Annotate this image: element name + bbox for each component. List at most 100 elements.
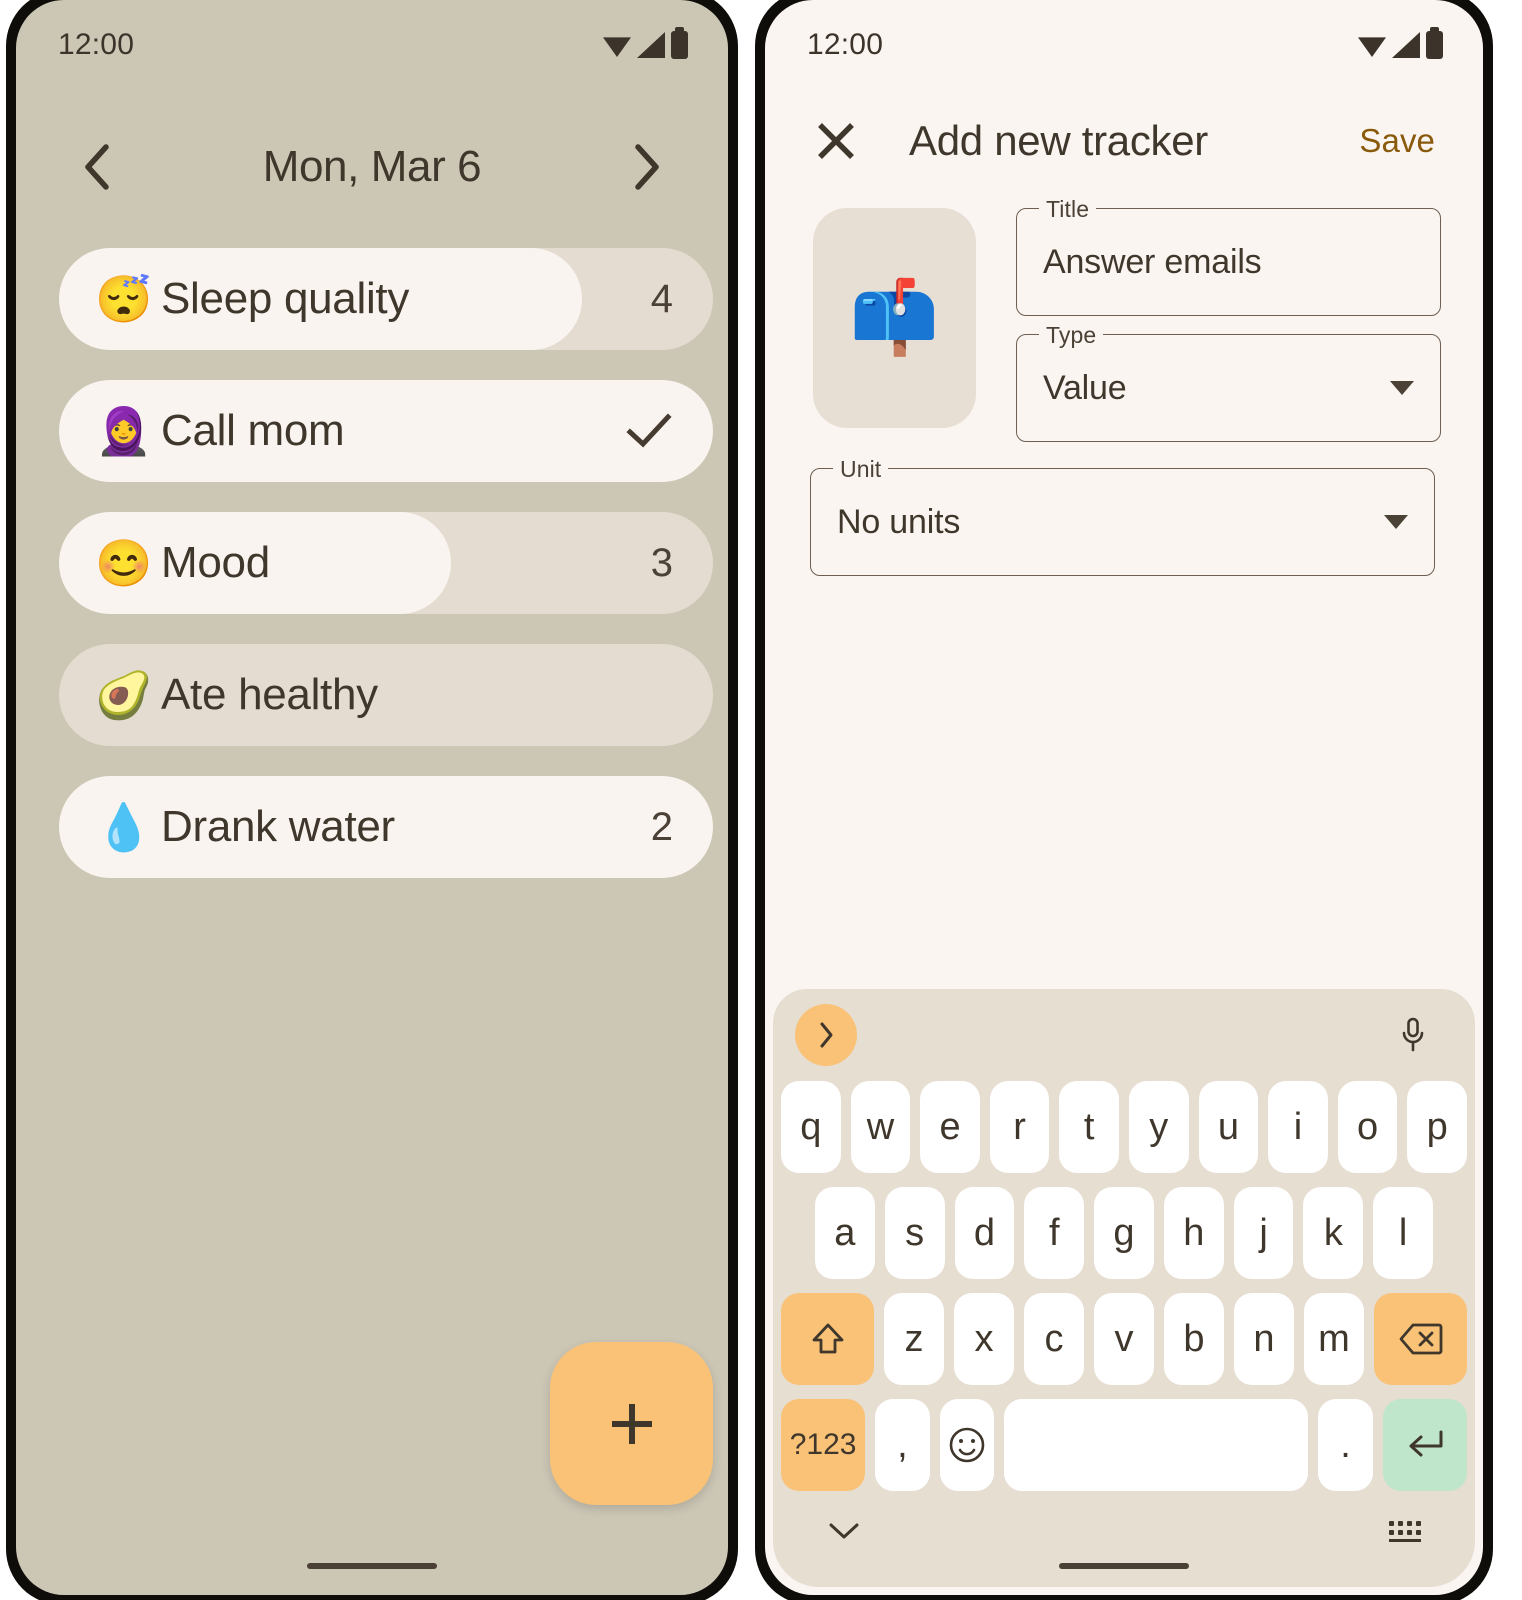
app-bar: Add new tracker Save — [765, 100, 1483, 182]
tracker-form: 📫 Title Answer emails Type Value — [813, 196, 1441, 442]
tracker-row-content: 💧 Drank water 2 — [59, 776, 713, 878]
tracker-label: Ate healthy — [161, 670, 378, 719]
form-fields: Title Answer emails Type Value — [1016, 196, 1441, 442]
tracker-row[interactable]: 😴 Sleep quality 4 — [59, 248, 713, 350]
wifi-icon — [1358, 37, 1386, 57]
key-h[interactable]: h — [1163, 1187, 1224, 1279]
keyboard-switcher-button[interactable] — [1389, 1520, 1421, 1542]
tracker-row[interactable]: 🥑 Ate healthy — [59, 644, 713, 746]
tracker-value: 4 — [650, 276, 673, 321]
key-p[interactable]: p — [1407, 1081, 1467, 1173]
key-g[interactable]: g — [1094, 1187, 1154, 1279]
emoji-picker-button[interactable]: 📫 — [813, 208, 976, 428]
smiling-face-emoji: 😊 — [95, 537, 153, 589]
right-phone-frame: 12:00 Add new tracker Save 📫 Title Answe… — [755, 0, 1493, 1600]
key-w[interactable]: w — [850, 1081, 911, 1173]
backspace-key[interactable] — [1374, 1293, 1467, 1385]
key-m[interactable]: m — [1304, 1293, 1364, 1385]
expand-toolbar-button[interactable] — [795, 1004, 857, 1066]
key-u[interactable]: u — [1198, 1081, 1259, 1173]
check-icon — [625, 411, 673, 451]
dual-phone-mockup: 12:00 Mon, Mar 6 😴 Sleep quality 4 🧕 Cal… — [0, 0, 1522, 1600]
save-button[interactable]: Save — [1359, 122, 1435, 160]
keyboard-row-1: q w e r t y u i o p — [781, 1081, 1467, 1173]
key-f[interactable]: f — [1024, 1187, 1085, 1279]
shift-key[interactable] — [781, 1293, 874, 1385]
key-s[interactable]: s — [884, 1187, 945, 1279]
key-t[interactable]: t — [1059, 1081, 1119, 1173]
tracker-row-content: 😊 Mood 3 — [59, 512, 713, 614]
shift-icon — [812, 1323, 843, 1354]
status-icons — [1358, 27, 1443, 59]
next-day-button[interactable] — [620, 140, 674, 194]
mailbox-emoji: 📫 — [849, 278, 940, 358]
key-r[interactable]: r — [989, 1081, 1050, 1173]
gesture-handle — [1059, 1563, 1189, 1569]
key-j[interactable]: j — [1233, 1187, 1294, 1279]
status-icons — [603, 27, 688, 59]
signal-icon — [1392, 32, 1420, 58]
title-field[interactable]: Title Answer emails — [1016, 196, 1441, 316]
left-phone-frame: 12:00 Mon, Mar 6 😴 Sleep quality 4 🧕 Cal… — [6, 0, 738, 1600]
close-button[interactable] — [810, 115, 862, 167]
key-x[interactable]: x — [954, 1293, 1014, 1385]
backspace-icon — [1399, 1323, 1442, 1355]
unit-field[interactable]: Unit No units — [810, 456, 1435, 576]
page-title: Mon, Mar 6 — [262, 142, 482, 191]
enter-icon — [1409, 1430, 1443, 1457]
emoji-icon — [949, 1427, 985, 1463]
tracker-row-content: 🥑 Ate healthy — [59, 644, 713, 746]
chevron-down-icon — [829, 1523, 859, 1539]
status-bar: 12:00 — [16, 10, 728, 80]
gesture-handle — [307, 1563, 437, 1569]
key-y[interactable]: y — [1129, 1081, 1189, 1173]
key-a[interactable]: a — [814, 1187, 875, 1279]
key-i[interactable]: i — [1268, 1081, 1328, 1173]
voice-input-button[interactable] — [1391, 1013, 1435, 1057]
key-n[interactable]: n — [1234, 1293, 1294, 1385]
status-time: 12:00 — [58, 28, 135, 61]
woman-with-headscarf-emoji: 🧕 — [95, 405, 153, 457]
key-v[interactable]: v — [1094, 1293, 1154, 1385]
title-field-label: Title — [1039, 196, 1097, 223]
key-l[interactable]: l — [1373, 1187, 1434, 1279]
tracker-row-content: 🧕 Call mom — [59, 380, 713, 482]
tracker-label: Drank water — [161, 802, 395, 851]
previous-day-button[interactable] — [70, 140, 124, 194]
droplet-emoji: 💧 — [95, 801, 153, 853]
tracker-value: 3 — [650, 540, 673, 585]
add-tracker-fab[interactable] — [550, 1342, 713, 1505]
date-header: Mon, Mar 6 — [16, 128, 728, 206]
unit-field-value: No units — [837, 502, 961, 541]
key-b[interactable]: b — [1164, 1293, 1224, 1385]
status-bar: 12:00 — [765, 10, 1483, 80]
tracker-row[interactable]: 🧕 Call mom — [59, 380, 713, 482]
tracker-label: Sleep quality — [161, 274, 410, 323]
key-e[interactable]: e — [920, 1081, 980, 1173]
hide-keyboard-button[interactable] — [827, 1520, 861, 1542]
key-o[interactable]: o — [1337, 1081, 1398, 1173]
keyboard-rows: q w e r t y u i o p a s d f g h j k l z … — [773, 1081, 1475, 1491]
tracker-label: Mood — [161, 538, 270, 587]
tracker-label: Call mom — [161, 406, 345, 455]
tracker-row[interactable]: 😊 Mood 3 — [59, 512, 713, 614]
key-c[interactable]: c — [1024, 1293, 1084, 1385]
signal-icon — [637, 32, 665, 58]
key-q[interactable]: q — [781, 1081, 841, 1173]
keyboard-switch-icon — [1389, 1520, 1421, 1542]
status-time: 12:00 — [807, 28, 884, 61]
key-k[interactable]: k — [1303, 1187, 1364, 1279]
tracker-list: 😴 Sleep quality 4 🧕 Call mom 😊 Mood 3 🥑 … — [59, 248, 713, 908]
key-d[interactable]: d — [954, 1187, 1015, 1279]
type-field[interactable]: Type Value — [1016, 322, 1441, 442]
title-field-value: Answer emails — [1043, 242, 1262, 281]
keyboard-row-2: a s d f g h j k l — [814, 1187, 1434, 1279]
tracker-list-screen: 12:00 Mon, Mar 6 😴 Sleep quality 4 🧕 Cal… — [16, 0, 728, 1595]
battery-icon — [1426, 27, 1443, 59]
keyboard-row-3: z x c v b n m — [781, 1293, 1467, 1385]
tracker-row[interactable]: 💧 Drank water 2 — [59, 776, 713, 878]
close-icon — [818, 123, 854, 159]
tracker-row-content: 😴 Sleep quality 4 — [59, 248, 713, 350]
type-field-value: Value — [1043, 368, 1127, 407]
key-z[interactable]: z — [884, 1293, 944, 1385]
